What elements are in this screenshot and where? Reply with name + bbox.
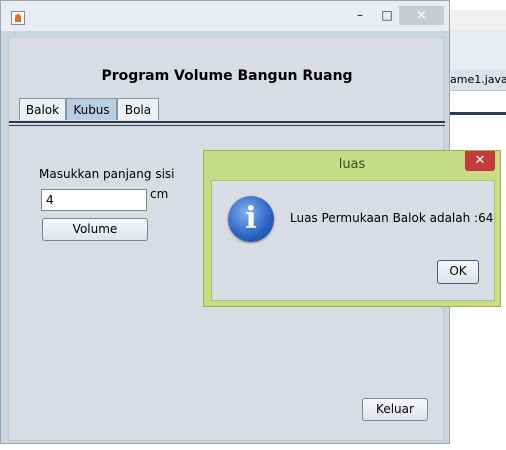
background-ide-panel [450,30,506,70]
tab-divider [9,121,445,123]
background-ide-toolbar [450,10,506,31]
info-icon: i [228,196,274,242]
page-title: Program Volume Bangun Ruang [101,68,353,84]
main-window-titlebar[interactable]: – □ ✕ [1,1,449,31]
side-length-input[interactable]: 4 [41,189,147,211]
tab-kubus[interactable]: Kubus [66,98,117,120]
dialog-title: luas [338,157,366,172]
background-ide-file-tab[interactable]: ame1.java [450,70,506,91]
side-length-label: Masukkan panjang sisi [39,167,175,181]
tab-bola[interactable]: Bola [117,98,159,120]
java-app-icon [11,11,25,25]
dialog-body: i Luas Permukaan Balok adalah :64 OK [211,180,495,301]
close-button[interactable]: ✕ [399,6,444,25]
unit-label: cm [150,187,169,201]
maximize-button[interactable]: □ [378,7,396,23]
minimize-button[interactable]: – [351,7,369,23]
volume-button[interactable]: Volume [42,218,148,241]
tab-divider-secondary [9,125,445,126]
ok-button[interactable]: OK [437,260,479,284]
keluar-button[interactable]: Keluar [362,398,428,421]
dialog-message: Luas Permukaan Balok adalah :64 [290,211,494,225]
tab-balok[interactable]: Balok [19,98,66,120]
dialog-close-button[interactable]: ✕ [465,151,495,171]
message-dialog: luas ✕ i Luas Permukaan Balok adalah :64… [203,150,501,307]
